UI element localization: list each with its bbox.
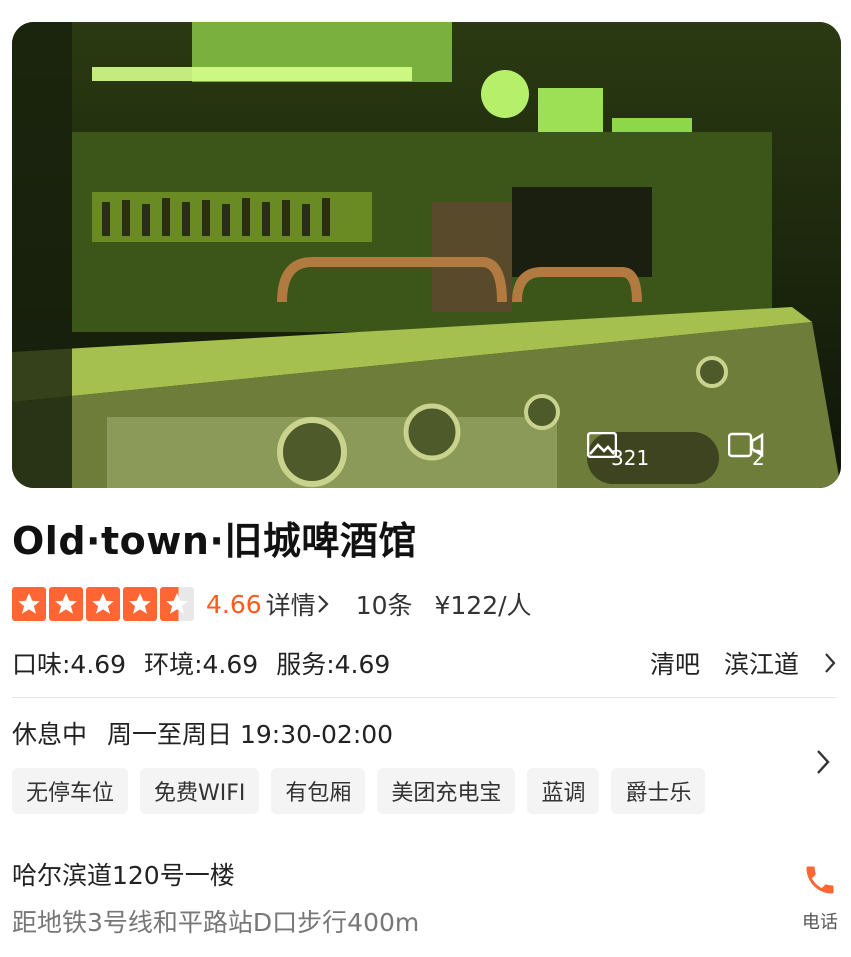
open-status: 休息中 bbox=[12, 720, 88, 749]
rating-row: 4.66 详情 10条 ¥122/人 bbox=[12, 584, 532, 624]
review-count[interactable]: 10条 bbox=[356, 586, 413, 622]
video-count-badge[interactable]: 2 bbox=[728, 432, 830, 484]
environment-score: 环境:4.69 bbox=[144, 650, 259, 679]
photo-count-badge[interactable]: 321 bbox=[587, 432, 719, 484]
hours-text: 周一至周日 19:30-02:00 bbox=[107, 720, 394, 749]
chevron-right-icon bbox=[317, 595, 329, 613]
address-text[interactable]: 哈尔滨道120号一楼 bbox=[12, 856, 235, 892]
tag-chip: 无停车位 bbox=[12, 768, 129, 814]
tag-chip: 爵士乐 bbox=[611, 768, 706, 814]
hero-photo[interactable]: 321 2 bbox=[12, 22, 841, 488]
subscore-row: 口味:4.69 环境:4.69 服务:4.69 清吧 滨江道 bbox=[12, 643, 837, 683]
distance-text: 距地铁3号线和平路站D口步行400m bbox=[12, 908, 420, 937]
taste-score: 口味:4.69 bbox=[12, 650, 127, 679]
divider bbox=[12, 697, 837, 698]
category-area-link[interactable]: 清吧 滨江道 bbox=[650, 645, 837, 681]
star-icon bbox=[49, 587, 83, 621]
area-label: 滨江道 bbox=[723, 650, 799, 679]
phone-icon bbox=[802, 862, 838, 902]
detail-label: 详情 bbox=[265, 591, 316, 620]
rating-score: 4.66 bbox=[206, 589, 262, 619]
star-icon bbox=[12, 587, 46, 621]
chevron-right-icon bbox=[825, 653, 836, 673]
tag-chip: 有包厢 bbox=[271, 768, 366, 814]
call-button[interactable]: 电话 bbox=[795, 862, 845, 934]
info-chevron-right-icon[interactable] bbox=[815, 748, 831, 780]
tag-chip: 免费WIFI bbox=[140, 768, 260, 814]
facility-tags[interactable]: 无停车位 免费WIFI 有包厢 美团充电宝 蓝调 爵士乐 bbox=[12, 768, 706, 814]
rating-detail-link[interactable]: 详情 bbox=[266, 586, 330, 622]
star-icon bbox=[123, 587, 157, 621]
tag-chip: 蓝调 bbox=[527, 768, 600, 814]
half-star-icon bbox=[160, 587, 194, 621]
price-per-person: ¥122/人 bbox=[434, 591, 532, 620]
business-hours[interactable]: 休息中 周一至周日 19:30-02:00 bbox=[12, 715, 393, 751]
category-label: 清吧 bbox=[649, 650, 700, 679]
service-score: 服务:4.69 bbox=[276, 650, 391, 679]
star-icon bbox=[86, 587, 120, 621]
tag-chip: 美团充电宝 bbox=[377, 768, 516, 814]
star-rating bbox=[12, 587, 194, 621]
bar-scene-image bbox=[12, 22, 841, 488]
shop-title: Old·town·旧城啤酒馆 bbox=[12, 519, 417, 563]
call-label: 电话 bbox=[802, 912, 838, 933]
